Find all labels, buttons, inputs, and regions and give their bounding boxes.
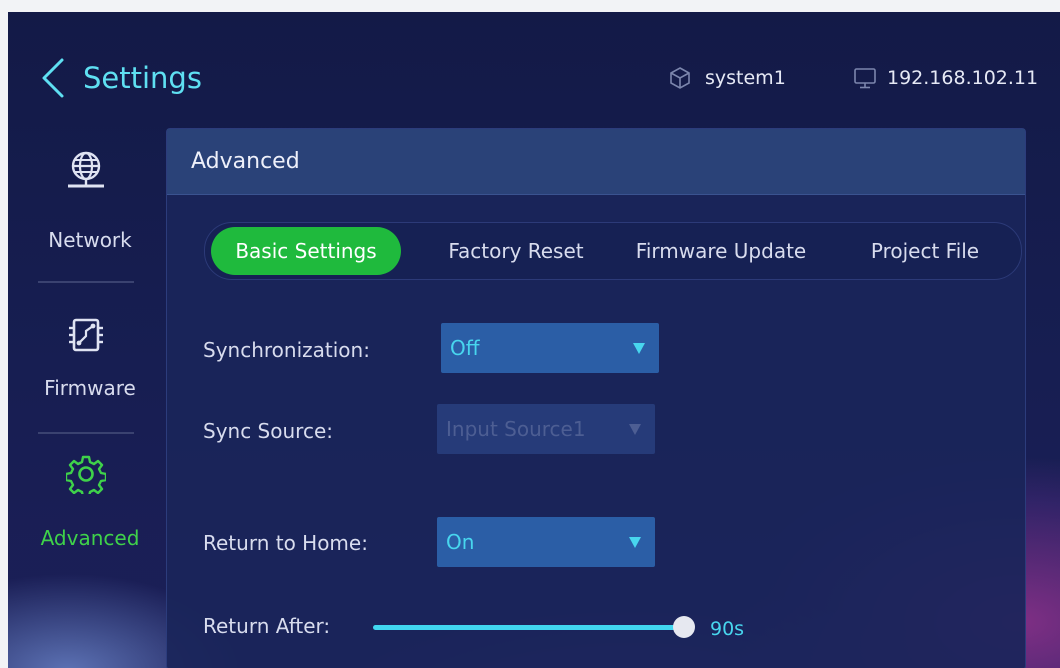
sync-source-label: Sync Source:: [203, 419, 333, 443]
globe-network-icon: [68, 151, 104, 188]
chip-icon: [69, 318, 103, 352]
return-home-dropdown[interactable]: On: [437, 517, 655, 567]
synchronization-value: Off: [450, 336, 480, 360]
tab-project-file[interactable]: Project File: [845, 227, 1005, 275]
return-home-value: On: [446, 530, 475, 554]
system-name: system1: [705, 67, 786, 89]
sidebar-item-label: Advanced: [40, 526, 140, 550]
monitor-icon: [854, 68, 876, 89]
return-home-label: Return to Home:: [203, 531, 368, 555]
tab-firmware-update[interactable]: Firmware Update: [617, 227, 825, 275]
settings-panel: Advanced Basic Settings Factory Reset Fi…: [166, 128, 1026, 668]
sidebar-item-firmware[interactable]: Firmware: [8, 308, 168, 428]
dropdown-arrow-icon: [633, 343, 645, 354]
dropdown-arrow-icon: [629, 537, 641, 548]
gear-icon: [66, 455, 106, 494]
panel-title: Advanced: [191, 149, 300, 174]
synchronization-dropdown[interactable]: Off: [441, 323, 659, 373]
return-after-slider-thumb[interactable]: [673, 616, 695, 638]
panel-header: Advanced: [167, 129, 1025, 195]
sidebar-item-network[interactable]: Network: [8, 142, 168, 262]
sidebar-item-label: Network: [48, 228, 132, 252]
tab-factory-reset[interactable]: Factory Reset: [431, 227, 601, 275]
dropdown-arrow-icon: [629, 424, 641, 435]
sync-source-dropdown: Input Source1: [437, 404, 655, 454]
tab-bar: Basic Settings Factory Reset Firmware Up…: [204, 222, 1022, 280]
return-after-label: Return After:: [203, 614, 331, 638]
tab-basic-settings[interactable]: Basic Settings: [211, 227, 401, 275]
sidebar-item-label: Firmware: [44, 376, 136, 400]
sync-source-value: Input Source1: [446, 417, 586, 441]
cube-icon: [670, 67, 690, 89]
return-after-value: 90s: [710, 618, 745, 640]
return-after-slider-track[interactable]: [373, 625, 685, 630]
page-title: Settings: [83, 61, 202, 95]
ip-address: 192.168.102.11: [887, 67, 1039, 89]
sidebar-divider: [38, 432, 134, 434]
sidebar-item-advanced[interactable]: Advanced: [8, 452, 168, 562]
back-chevron-icon[interactable]: [36, 56, 76, 100]
synchronization-label: Synchronization:: [203, 338, 370, 362]
sidebar-divider: [38, 281, 134, 283]
device-screen: Settings system1 192.168.102.11 Network: [8, 12, 1060, 668]
